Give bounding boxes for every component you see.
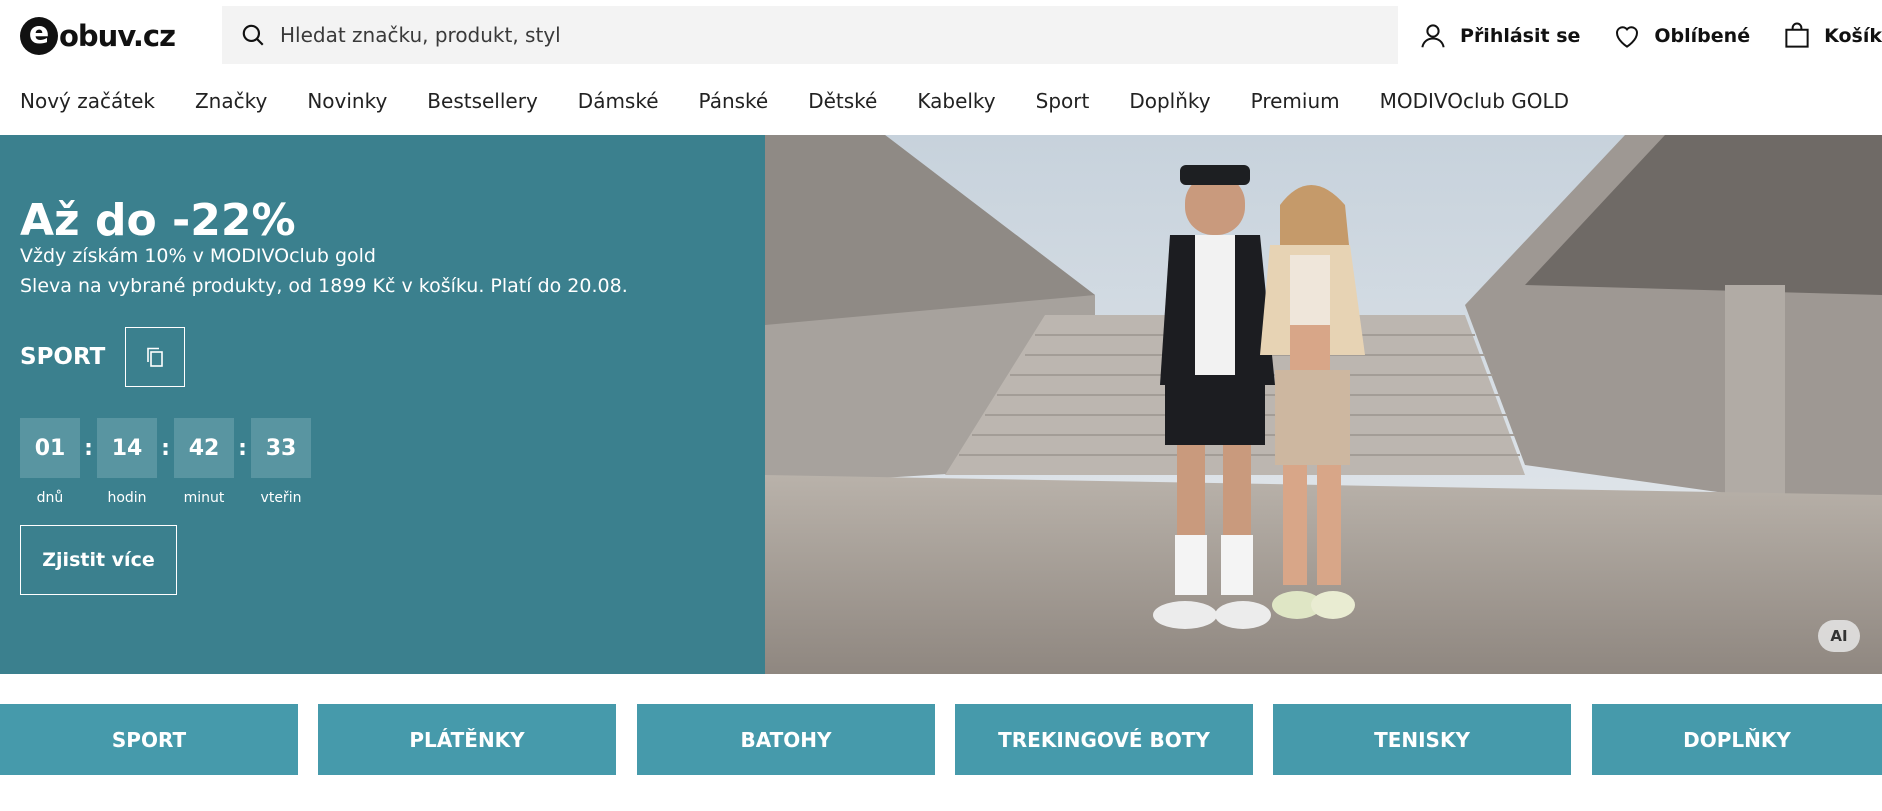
nav-item-znacky[interactable]: Značky <box>195 89 267 113</box>
search-icon <box>242 24 264 46</box>
cart-label: Košík <box>1824 25 1882 47</box>
copy-icon <box>147 347 164 367</box>
category-tiles: SPORT PLÁTĚNKY BATOHY TREKINGOVÉ BOTY TE… <box>0 704 1882 775</box>
logo-text: obuv.cz <box>59 19 176 53</box>
nav-item-sport[interactable]: Sport <box>1036 89 1090 113</box>
countdown-minutes-label: minut <box>183 490 225 506</box>
hero-subtitle: Vždy získám 10% v MODIVOclub gold <box>20 245 376 267</box>
header-actions: Přihlásit se Oblíbené Košík <box>1386 16 1882 56</box>
countdown-hours-label: hodin <box>107 490 147 506</box>
countdown-days-label: dnů <box>36 490 64 506</box>
countdown-minutes-value: 42 <box>174 418 234 478</box>
nav-item-novinky[interactable]: Novinky <box>307 89 387 113</box>
category-tile-batohy[interactable]: BATOHY <box>637 704 935 775</box>
countdown-separator: : <box>238 435 247 461</box>
countdown-hours: 14 hodin <box>97 418 157 506</box>
promo-code-row: SPORT <box>20 327 186 387</box>
favorites-button[interactable]: Oblíbené <box>1612 21 1750 51</box>
bag-icon <box>1785 22 1809 48</box>
nav-item-damske[interactable]: Dámské <box>578 89 659 113</box>
countdown-minutes: 42 minut <box>174 418 234 506</box>
promo-code: SPORT <box>20 344 106 370</box>
site-header: e obuv.cz Přihlásit se Oblíbené <box>0 0 1882 68</box>
login-label: Přihlásit se <box>1460 25 1581 47</box>
hero-conditions: Sleva na vybrané produkty, od 1899 Kč v … <box>20 275 628 297</box>
learn-more-button[interactable]: Zjistit více <box>20 525 177 595</box>
category-tile-doplnky[interactable]: DOPLŇKY <box>1592 704 1882 775</box>
heart-icon <box>1616 26 1639 48</box>
cart-button[interactable]: Košík <box>1782 21 1882 51</box>
category-tile-platenky[interactable]: PLÁTĚNKY <box>318 704 616 775</box>
user-icon <box>1421 24 1445 48</box>
category-tile-sport[interactable]: SPORT <box>0 704 298 775</box>
hero-promo-panel: Až do -22% Vždy získám 10% v MODIVOclub … <box>0 135 765 674</box>
category-tile-tenisky[interactable]: TENISKY <box>1273 704 1571 775</box>
main-nav: Nový začátek Značky Novinky Bestsellery … <box>0 86 1589 116</box>
hero-photo <box>765 135 1882 674</box>
nav-item-doplnky[interactable]: Doplňky <box>1129 89 1210 113</box>
search-input[interactable] <box>280 23 1280 47</box>
nav-item-panske[interactable]: Pánské <box>699 89 769 113</box>
nav-item-novy-zacatek[interactable]: Nový začátek <box>20 89 155 113</box>
hero-banner[interactable]: Až do -22% Vždy získám 10% v MODIVOclub … <box>0 135 1882 674</box>
copy-code-button[interactable] <box>125 327 186 387</box>
category-tile-trekingove-boty[interactable]: TREKINGOVÉ BOTY <box>955 704 1253 775</box>
nav-item-premium[interactable]: Premium <box>1251 89 1340 113</box>
logo-e-mark: e <box>20 17 58 55</box>
countdown-separator: : <box>84 435 93 461</box>
search-bar[interactable] <box>222 6 1398 64</box>
hero-title: Až do -22% <box>20 195 296 246</box>
favorites-label: Oblíbené <box>1654 25 1751 47</box>
countdown-seconds-value: 33 <box>251 418 311 478</box>
login-button[interactable]: Přihlásit se <box>1418 21 1580 51</box>
countdown-separator: : <box>161 435 170 461</box>
countdown-seconds: 33 vteřin <box>251 418 311 506</box>
countdown-days: 01 dnů <box>20 418 80 506</box>
nav-item-detske[interactable]: Dětské <box>808 89 877 113</box>
countdown-timer: 01 dnů : 14 hodin : 42 minut : 33 vteřin <box>20 418 311 506</box>
countdown-hours-value: 14 <box>97 418 157 478</box>
nav-item-kabelky[interactable]: Kabelky <box>917 89 995 113</box>
nav-item-bestsellery[interactable]: Bestsellery <box>427 89 538 113</box>
hero-image[interactable]: AI <box>765 135 1882 674</box>
countdown-days-value: 01 <box>20 418 80 478</box>
countdown-seconds-label: vteřin <box>260 490 302 506</box>
ai-badge: AI <box>1818 620 1860 652</box>
nav-item-modivoclub-gold[interactable]: MODIVOclub GOLD <box>1380 89 1569 113</box>
site-logo[interactable]: e obuv.cz <box>20 14 176 58</box>
